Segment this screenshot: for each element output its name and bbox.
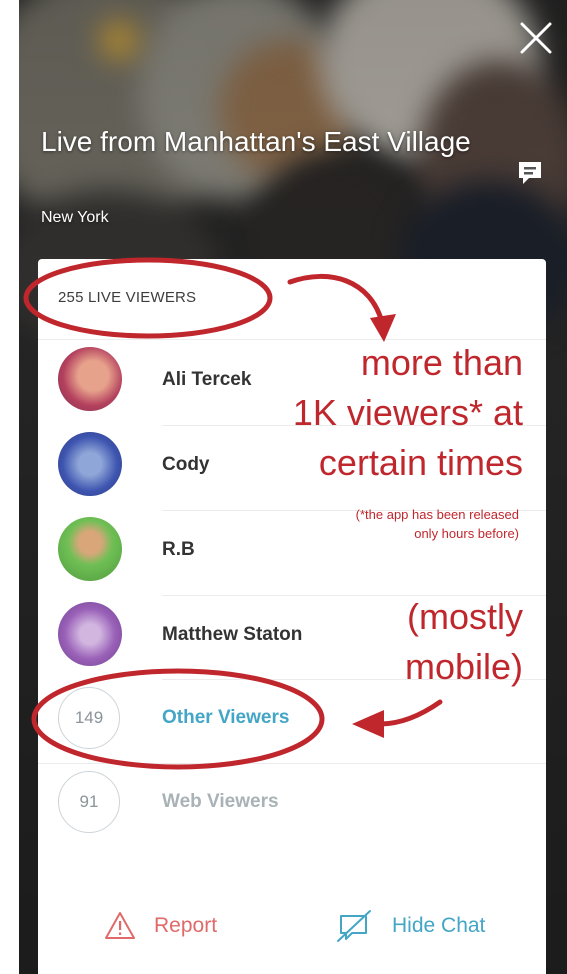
warning-triangle-icon: [105, 912, 135, 939]
annotation-1k-viewers: 1K viewers* at: [292, 392, 523, 433]
broadcast-screen: Live from Manhattan's East Village New Y…: [19, 0, 567, 974]
web-viewers-row[interactable]: 91 Web Viewers: [58, 771, 528, 841]
avatar: [58, 602, 122, 666]
avatar: [58, 517, 122, 581]
annotation-footnote: only hours before): [414, 526, 519, 541]
divider: [38, 763, 546, 764]
viewer-name: Cody: [162, 454, 210, 475]
other-viewers-row[interactable]: 149 Other Viewers: [58, 687, 528, 757]
annotation-mobile: mobile): [404, 646, 523, 687]
avatar: [58, 347, 122, 411]
viewer-name: Matthew Staton: [162, 624, 303, 645]
live-viewers-count: 255 LIVE VIEWERS: [58, 289, 197, 306]
web-viewers-label: Web Viewers: [162, 791, 279, 812]
hide-chat-icon: [337, 910, 371, 942]
close-button[interactable]: [516, 18, 556, 58]
web-viewers-count: 91: [58, 771, 120, 833]
viewer-name: Ali Tercek: [162, 369, 252, 390]
annotation-footnote: (*the app has been released: [355, 507, 519, 522]
stream-title: Live from Manhattan's East Village: [41, 126, 471, 157]
annotation-more-than: more than: [360, 342, 523, 383]
close-icon: [520, 22, 552, 54]
chat-button[interactable]: [515, 158, 545, 188]
annotation-certain-times: certain times: [318, 442, 523, 483]
hide-chat-label: Hide Chat: [392, 914, 486, 937]
report-label: Report: [154, 914, 218, 937]
other-viewers-count: 149: [58, 687, 120, 749]
hide-chat-button[interactable]: Hide Chat: [336, 909, 526, 949]
avatar: [58, 432, 122, 496]
chat-bubble-icon: [519, 162, 541, 184]
report-button[interactable]: Report: [104, 909, 244, 949]
stream-location: New York: [41, 209, 109, 226]
other-viewers-label: Other Viewers: [162, 707, 290, 728]
annotation-mostly: (mostly: [407, 596, 523, 637]
viewer-name: R.B: [162, 539, 195, 560]
